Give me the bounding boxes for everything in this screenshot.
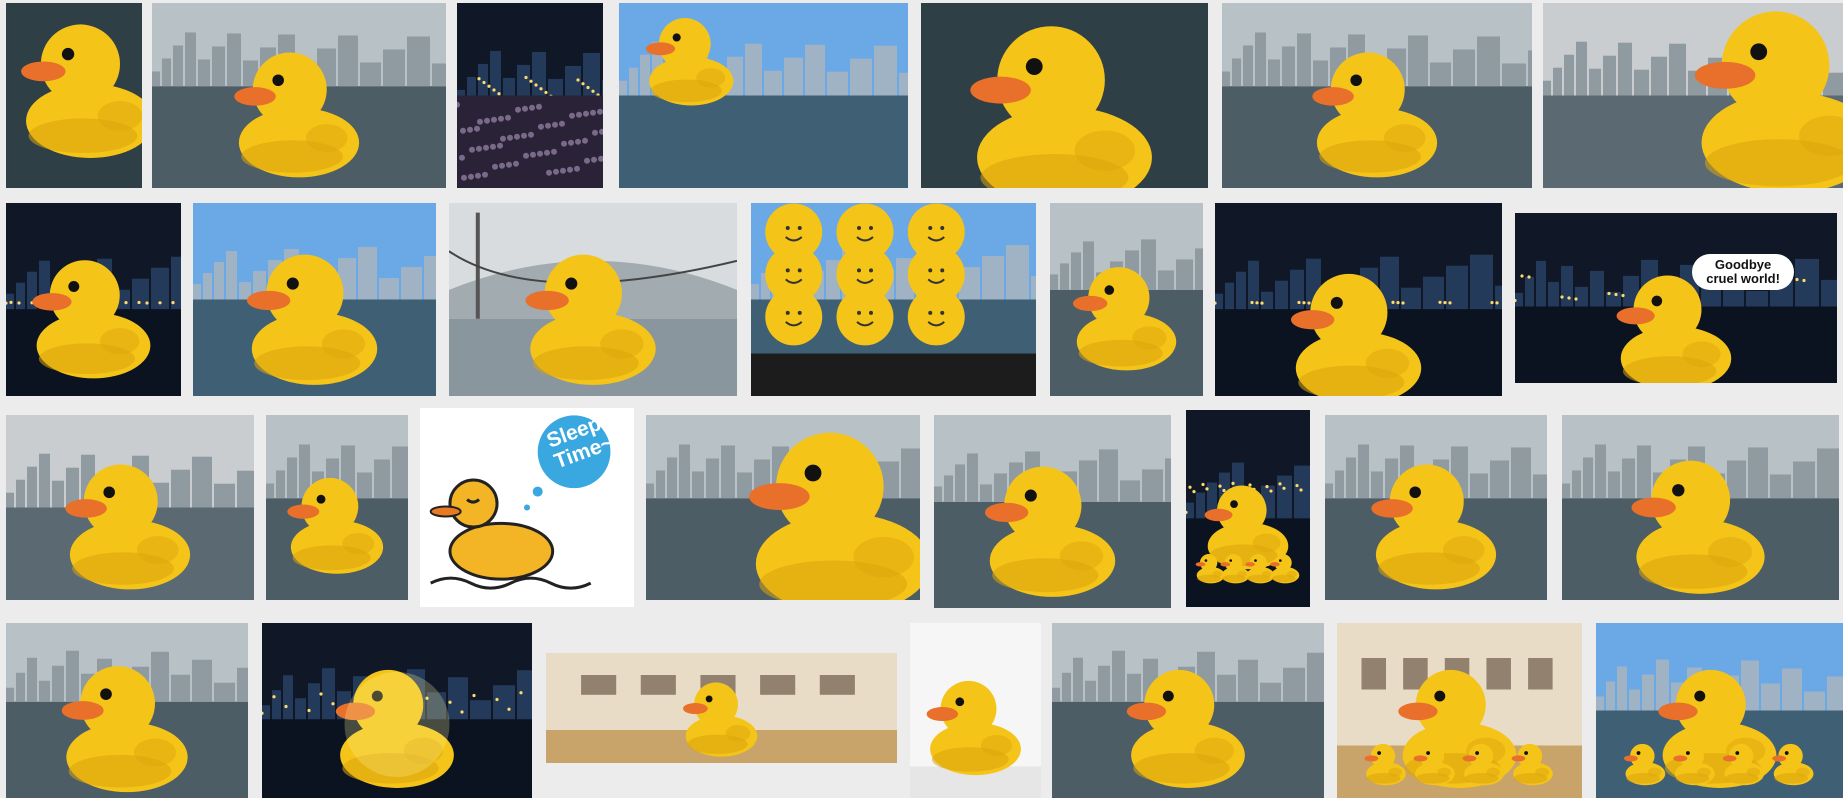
duck-mascot-doll-icon xyxy=(934,415,1171,608)
rubber-duck-city-icon xyxy=(1325,415,1547,600)
crowd-night-icon xyxy=(457,3,603,188)
image-result-tile[interactable] xyxy=(6,203,181,396)
rubber-duck-ifc-icon xyxy=(1052,623,1324,798)
image-result-tile[interactable] xyxy=(1596,623,1843,798)
image-result-tile[interactable] xyxy=(193,203,436,396)
rubber-duck-deflated-icon xyxy=(1215,203,1502,396)
image-result-tile[interactable] xyxy=(619,3,908,188)
image-result-tile[interactable] xyxy=(152,3,446,188)
rubber-duck-small-icon xyxy=(910,623,1041,798)
image-result-tile[interactable] xyxy=(751,203,1036,396)
image-result-tile[interactable] xyxy=(1337,623,1582,798)
image-result-tile[interactable] xyxy=(1222,3,1532,188)
image-result-tile[interactable]: Sleepy Time~ xyxy=(420,408,634,607)
image-result-tile[interactable] xyxy=(266,415,408,600)
rubber-duck-night-icon xyxy=(6,203,181,396)
rubber-duck-goodbye-icon xyxy=(1515,213,1837,383)
rubber-duck-glowing-icon xyxy=(262,623,532,798)
image-result-tile[interactable] xyxy=(1186,410,1310,607)
image-result-tile[interactable] xyxy=(1543,3,1843,188)
rubber-duck-side-icon xyxy=(266,415,408,600)
rubber-duck-harbor-icon xyxy=(152,3,446,188)
image-result-tile[interactable] xyxy=(1050,203,1203,396)
image-result-tile[interactable] xyxy=(457,3,603,188)
mini-ducks-promenade-icon xyxy=(1596,623,1843,798)
rubber-duck-skyline-icon xyxy=(1050,203,1203,396)
image-result-tile[interactable] xyxy=(646,415,920,600)
rubber-duck-guard-icon xyxy=(1562,415,1839,600)
mini-ducks-display-icon xyxy=(1186,410,1310,607)
image-result-tile[interactable] xyxy=(1215,203,1502,396)
image-result-tile[interactable] xyxy=(449,203,737,396)
image-result-tile[interactable] xyxy=(1052,623,1324,798)
rubber-duck-crowd-icon xyxy=(619,3,908,188)
image-result-tile[interactable] xyxy=(6,3,142,188)
rubber-duck-pier-icon xyxy=(1222,3,1532,188)
image-result-tile[interactable] xyxy=(1325,415,1547,600)
rubber-duck-profile-icon xyxy=(646,415,920,600)
image-result-tile[interactable] xyxy=(262,623,532,798)
rubber-duck-cruise-ship-icon xyxy=(6,623,248,798)
image-result-tile[interactable] xyxy=(910,623,1041,798)
speech-bubble-caption: Goodbye cruel world! xyxy=(1692,253,1795,290)
rubber-duck-skyscrapers-icon xyxy=(193,203,436,396)
image-result-tile[interactable] xyxy=(1562,415,1839,600)
image-result-tile[interactable] xyxy=(934,415,1171,608)
duck-gallery-hall-icon xyxy=(546,653,897,763)
rubber-duck-closeup-icon xyxy=(6,3,142,188)
rubber-duck-terminal-icon xyxy=(1543,3,1843,188)
rubber-duck-bridge-icon xyxy=(449,203,737,396)
rubber-duck-silhouettes-icon xyxy=(6,415,254,600)
image-result-tile[interactable] xyxy=(6,415,254,600)
duck-ball-pit-icon xyxy=(1337,623,1582,798)
image-result-tile[interactable] xyxy=(6,623,248,798)
image-result-tile[interactable] xyxy=(546,653,897,763)
smiley-balloons-icon xyxy=(751,203,1036,396)
rubber-duck-front-icon xyxy=(921,3,1208,188)
image-result-tile[interactable]: Goodbye cruel world! xyxy=(1515,213,1837,383)
image-result-tile[interactable] xyxy=(921,3,1208,188)
